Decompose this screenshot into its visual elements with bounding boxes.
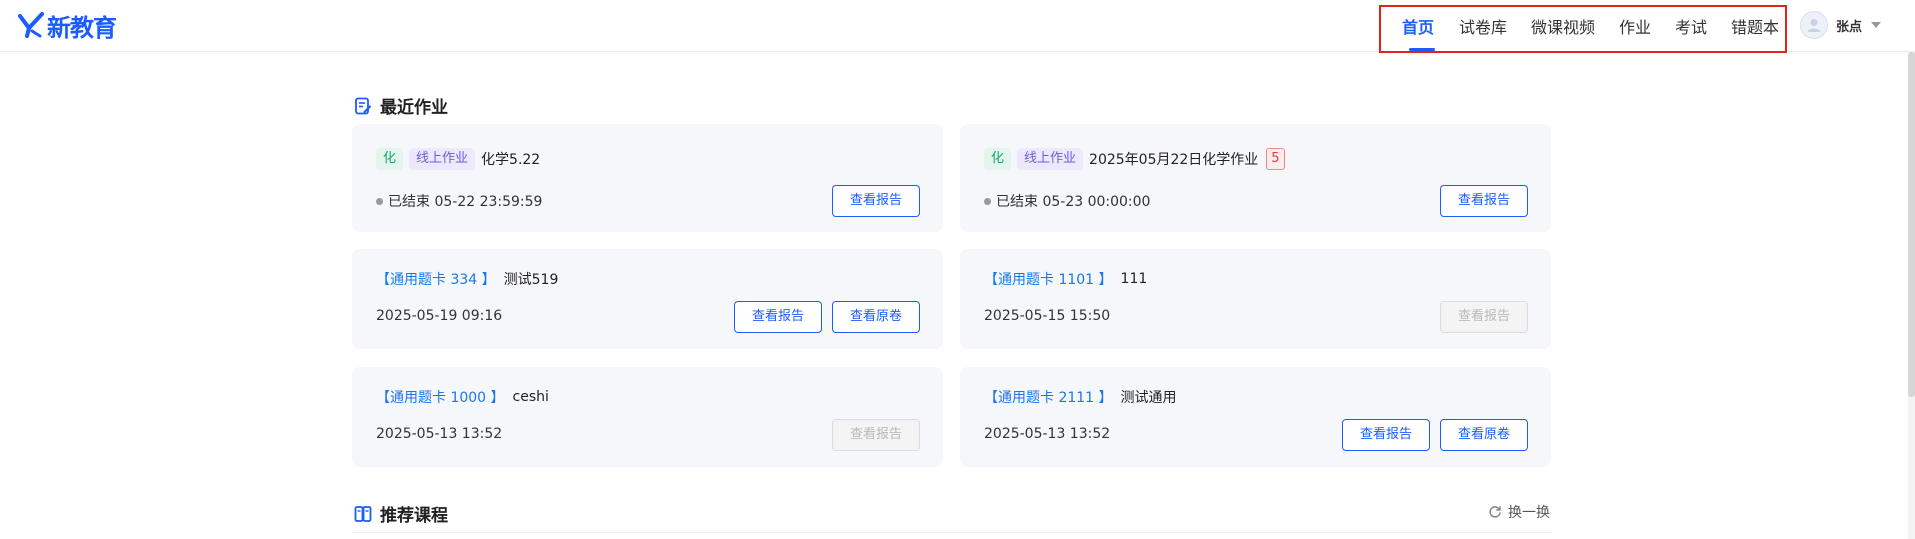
- view-report-button[interactable]: 查看报告: [1440, 185, 1528, 217]
- card-date-row: 2025-05-15 15:50: [984, 305, 1110, 327]
- nav-item-exam[interactable]: 考试: [1675, 7, 1707, 51]
- section-title: 推荐课程: [380, 506, 448, 526]
- logo-check-icon: [18, 12, 44, 38]
- status-dot-icon: [376, 197, 383, 205]
- date-text: 2025-05-13 13:52: [376, 426, 503, 442]
- nav-item-mistake-book[interactable]: 错题本: [1731, 7, 1779, 51]
- course-book-icon: [354, 505, 372, 523]
- view-report-button-disabled: 查看报告: [1440, 301, 1528, 333]
- view-original-button[interactable]: 查看原卷: [1440, 419, 1528, 451]
- card-status-row: 已结束 05-22 23:59:59: [376, 190, 542, 212]
- card-title-row: 【通用题卡 2111 】 测试通用: [984, 386, 1177, 408]
- date-text: 2025-05-19 09:16: [376, 308, 503, 324]
- user-avatar-icon: [1800, 11, 1828, 39]
- homework-title: 测试通用: [1120, 390, 1177, 406]
- card-label-text: 通用题卡 2111: [998, 390, 1095, 406]
- homework-title: 111: [1120, 271, 1148, 287]
- homework-card[interactable]: 【通用题卡 1000 】 ceshi 2025-05-13 13:52 查看报告: [352, 367, 943, 467]
- status-dot-icon: [984, 197, 991, 205]
- logo[interactable]: 新教育: [18, 10, 117, 42]
- refresh-label: 换一换: [1508, 505, 1550, 521]
- card-date-row: 2025-05-19 09:16: [376, 305, 502, 327]
- section-title: 最近作业: [380, 98, 448, 118]
- status-text: 已结束 05-23 00:00:00: [996, 194, 1151, 210]
- recommended-courses-heading: 推荐课程: [354, 501, 448, 526]
- user-name: 张点: [1836, 19, 1863, 35]
- view-report-button-disabled: 查看报告: [832, 419, 920, 451]
- nav-item-home[interactable]: 首页: [1402, 7, 1434, 51]
- homework-card[interactable]: 【通用题卡 2111 】 测试通用 2025-05-13 13:52 查看报告 …: [960, 367, 1551, 467]
- recent-homework-heading: 最近作业: [354, 93, 448, 118]
- homework-card[interactable]: 【通用题卡 334 】 测试519 2025-05-19 09:16 查看报告 …: [352, 249, 943, 349]
- card-label-text: 通用题卡 334: [390, 272, 478, 288]
- top-header: 新教育 首页 试卷库 微课视频 作业 考试 错题本 张点: [0, 0, 1915, 53]
- chevron-down-icon: [1871, 22, 1882, 28]
- nav-item-homework[interactable]: 作业: [1619, 7, 1651, 51]
- homework-title: 2025年05月22日化学作业: [1089, 152, 1259, 168]
- scrollbar-thumb[interactable]: [1908, 52, 1915, 397]
- homework-card[interactable]: 化 线上作业 2025年05月22日化学作业 5 已结束 05-23 00:00…: [960, 124, 1551, 232]
- count-badge: 5: [1266, 148, 1285, 170]
- card-title-row: 化 线上作业 2025年05月22日化学作业 5: [984, 148, 1285, 170]
- card-date-row: 2025-05-13 13:52: [984, 423, 1110, 445]
- type-tag: 线上作业: [1017, 148, 1084, 170]
- type-tag: 线上作业: [409, 148, 476, 170]
- card-label: 【通用题卡 334 】: [376, 272, 496, 288]
- homework-card[interactable]: 【通用题卡 1101 】 111 2025-05-15 15:50 查看报告: [960, 249, 1551, 349]
- card-title-row: 【通用题卡 1101 】 111: [984, 268, 1147, 290]
- view-report-button[interactable]: 查看报告: [832, 185, 920, 217]
- card-label: 【通用题卡 2111 】: [984, 390, 1113, 406]
- refresh-button[interactable]: 换一换: [1488, 502, 1550, 522]
- card-label-text: 通用题卡 1000: [390, 390, 487, 406]
- nav-item-paper-library[interactable]: 试卷库: [1459, 7, 1507, 51]
- homework-title: 测试519: [503, 272, 559, 288]
- main-nav: 首页 试卷库 微课视频 作业 考试 错题本: [1379, 5, 1787, 53]
- card-title-row: 【通用题卡 1000 】 ceshi: [376, 386, 549, 408]
- nav-active-indicator: [1409, 48, 1435, 51]
- card-label: 【通用题卡 1000 】: [376, 390, 505, 406]
- card-title-row: 化 线上作业 化学5.22: [376, 148, 540, 170]
- homework-doc-icon: [354, 97, 372, 115]
- nav-item-micro-videos[interactable]: 微课视频: [1531, 7, 1595, 51]
- logo-text: 新教育: [47, 13, 117, 42]
- status-text: 已结束 05-22 23:59:59: [388, 194, 543, 210]
- subject-tag: 化: [984, 148, 1012, 170]
- subject-tag: 化: [376, 148, 404, 170]
- card-status-row: 已结束 05-23 00:00:00: [984, 190, 1150, 212]
- user-menu[interactable]: 张点: [1800, 10, 1882, 40]
- homework-card[interactable]: 化 线上作业 化学5.22 已结束 05-22 23:59:59 查看报告: [352, 124, 943, 232]
- view-report-button[interactable]: 查看报告: [734, 301, 822, 333]
- view-original-button[interactable]: 查看原卷: [832, 301, 920, 333]
- card-label: 【通用题卡 1101 】: [984, 272, 1113, 288]
- view-report-button[interactable]: 查看报告: [1342, 419, 1430, 451]
- refresh-icon: [1489, 506, 1501, 518]
- date-text: 2025-05-15 15:50: [984, 308, 1111, 324]
- section-divider: [352, 532, 1552, 533]
- homework-title: ceshi: [512, 389, 549, 405]
- card-date-row: 2025-05-13 13:52: [376, 423, 502, 445]
- date-text: 2025-05-13 13:52: [984, 426, 1111, 442]
- card-title-row: 【通用题卡 334 】 测试519: [376, 268, 558, 290]
- card-label-text: 通用题卡 1101: [998, 272, 1095, 288]
- homework-title: 化学5.22: [481, 152, 541, 168]
